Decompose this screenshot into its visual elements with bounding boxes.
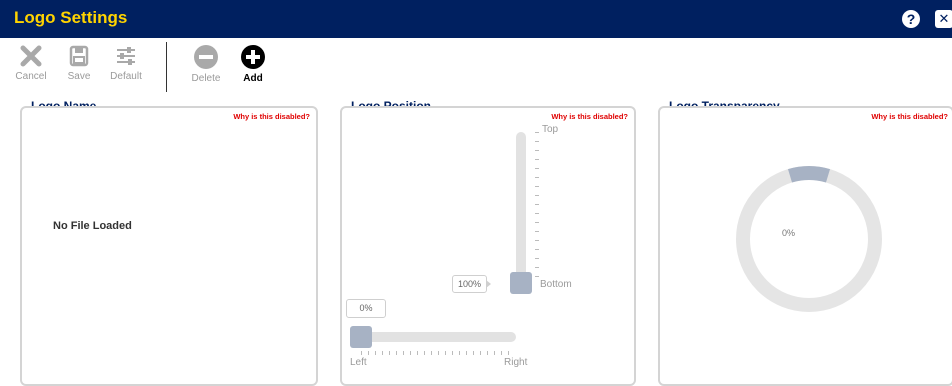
horizontal-right-label: Right: [504, 357, 528, 368]
save-button[interactable]: Save: [62, 38, 96, 90]
horizontal-left-label: Left: [350, 357, 367, 368]
default-label: Default: [110, 71, 142, 82]
floppy-disk-icon: [69, 45, 89, 67]
logo-transparency-panel: Why is this disabled? 0%: [658, 106, 952, 386]
vertical-bottom-label: Bottom: [540, 279, 572, 290]
logo-name-why-disabled-link[interactable]: Why is this disabled?: [233, 112, 310, 121]
vertical-position-value: 100%: [452, 275, 491, 293]
logo-position-why-disabled-link[interactable]: Why is this disabled?: [551, 112, 628, 121]
delete-label: Delete: [191, 73, 221, 84]
delete-button[interactable]: Delete: [186, 38, 226, 90]
logo-position-panel: Why is this disabled? Top Bottom 100% 0%…: [340, 106, 636, 386]
toolbar: Cancel Save Default Delete Add: [0, 38, 952, 93]
title-bar: Logo Settings ? ✕: [0, 0, 952, 38]
logo-transparency-why-disabled-link[interactable]: Why is this disabled?: [871, 112, 948, 121]
cancel-button[interactable]: Cancel: [12, 38, 50, 90]
add-label: Add: [243, 73, 263, 84]
vertical-position-slider-thumb[interactable]: [510, 272, 532, 294]
horizontal-position-ticks: [361, 351, 515, 355]
transparency-value: 0%: [782, 228, 796, 238]
close-icon[interactable]: ✕: [935, 10, 952, 28]
vertical-position-ticks: [535, 132, 539, 284]
window-title: Logo Settings: [14, 8, 128, 27]
logo-name-panel: Why is this disabled? No File Loaded: [20, 106, 318, 386]
add-button[interactable]: Add: [236, 38, 270, 90]
vertical-position-slider-track[interactable]: [516, 132, 526, 284]
vertical-top-label: Top: [542, 124, 559, 135]
horizontal-position-slider-track[interactable]: [352, 332, 516, 342]
cancel-label: Cancel: [15, 71, 47, 82]
help-icon[interactable]: ?: [902, 10, 920, 28]
default-button[interactable]: Default: [105, 38, 147, 90]
toolbar-separator: [166, 42, 167, 92]
horizontal-position-slider-thumb[interactable]: [350, 326, 372, 348]
transparency-dial-handle[interactable]: [787, 166, 831, 183]
plus-circle-icon: [241, 45, 265, 69]
logo-file-status: No File Loaded: [53, 220, 132, 232]
sliders-icon: [117, 47, 135, 65]
close-x-icon: [20, 45, 42, 67]
horizontal-position-value: 0%: [346, 299, 386, 318]
minus-circle-icon: [194, 45, 218, 69]
save-label: Save: [67, 71, 91, 82]
transparency-dial[interactable]: [734, 164, 884, 314]
